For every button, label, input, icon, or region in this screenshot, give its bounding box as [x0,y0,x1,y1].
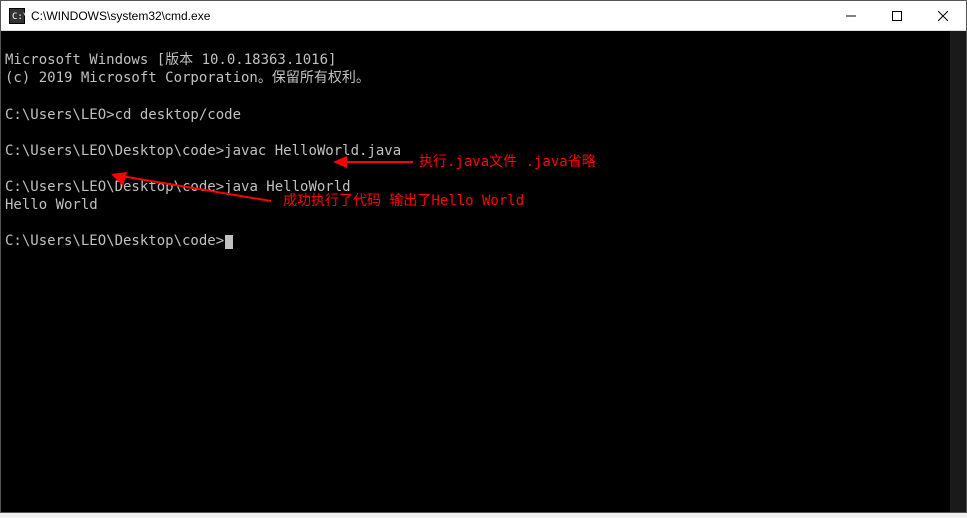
prompt: C:\Users\LEO> [5,107,115,123]
terminal-line [5,124,962,142]
window-controls [828,1,966,30]
command: cd desktop/code [115,107,241,123]
prompt: C:\Users\LEO\Desktop\code> [5,233,224,249]
terminal-line [5,214,962,232]
prompt: C:\Users\LEO\Desktop\code> [5,179,224,195]
terminal-output[interactable]: Microsoft Windows [版本 10.0.18363.1016](c… [1,31,966,512]
terminal-line [5,88,962,106]
cmd-icon: C:\ [9,8,25,24]
cmd-window: C:\ C:\WINDOWS\system32\cmd.exe Microsof… [0,0,967,513]
cursor [225,235,233,249]
svg-text:C:\: C:\ [12,12,25,22]
command: java HelloWorld [224,179,350,195]
scrollbar-track[interactable] [950,31,966,512]
window-title: C:\WINDOWS\system32\cmd.exe [31,9,828,23]
close-button[interactable] [920,1,966,30]
terminal-line: (c) 2019 Microsoft Corporation。保留所有权利。 [5,69,962,87]
terminal-line: C:\Users\LEO\Desktop\code>javac HelloWor… [5,142,962,160]
taskbar-fragment [0,513,967,518]
terminal-line [5,160,962,178]
maximize-button[interactable] [874,1,920,30]
terminal-line: Hello World [5,196,962,214]
prompt: C:\Users\LEO\Desktop\code> [5,143,224,159]
minimize-button[interactable] [828,1,874,30]
command: javac HelloWorld.java [224,143,401,159]
terminal-line: Microsoft Windows [版本 10.0.18363.1016] [5,51,962,69]
terminal-line: C:\Users\LEO\Desktop\code> [5,232,962,250]
title-bar[interactable]: C:\ C:\WINDOWS\system32\cmd.exe [1,1,966,31]
terminal-line: C:\Users\LEO\Desktop\code>java HelloWorl… [5,178,962,196]
scrollbar[interactable] [950,31,966,512]
terminal-line: C:\Users\LEO>cd desktop/code [5,106,962,124]
